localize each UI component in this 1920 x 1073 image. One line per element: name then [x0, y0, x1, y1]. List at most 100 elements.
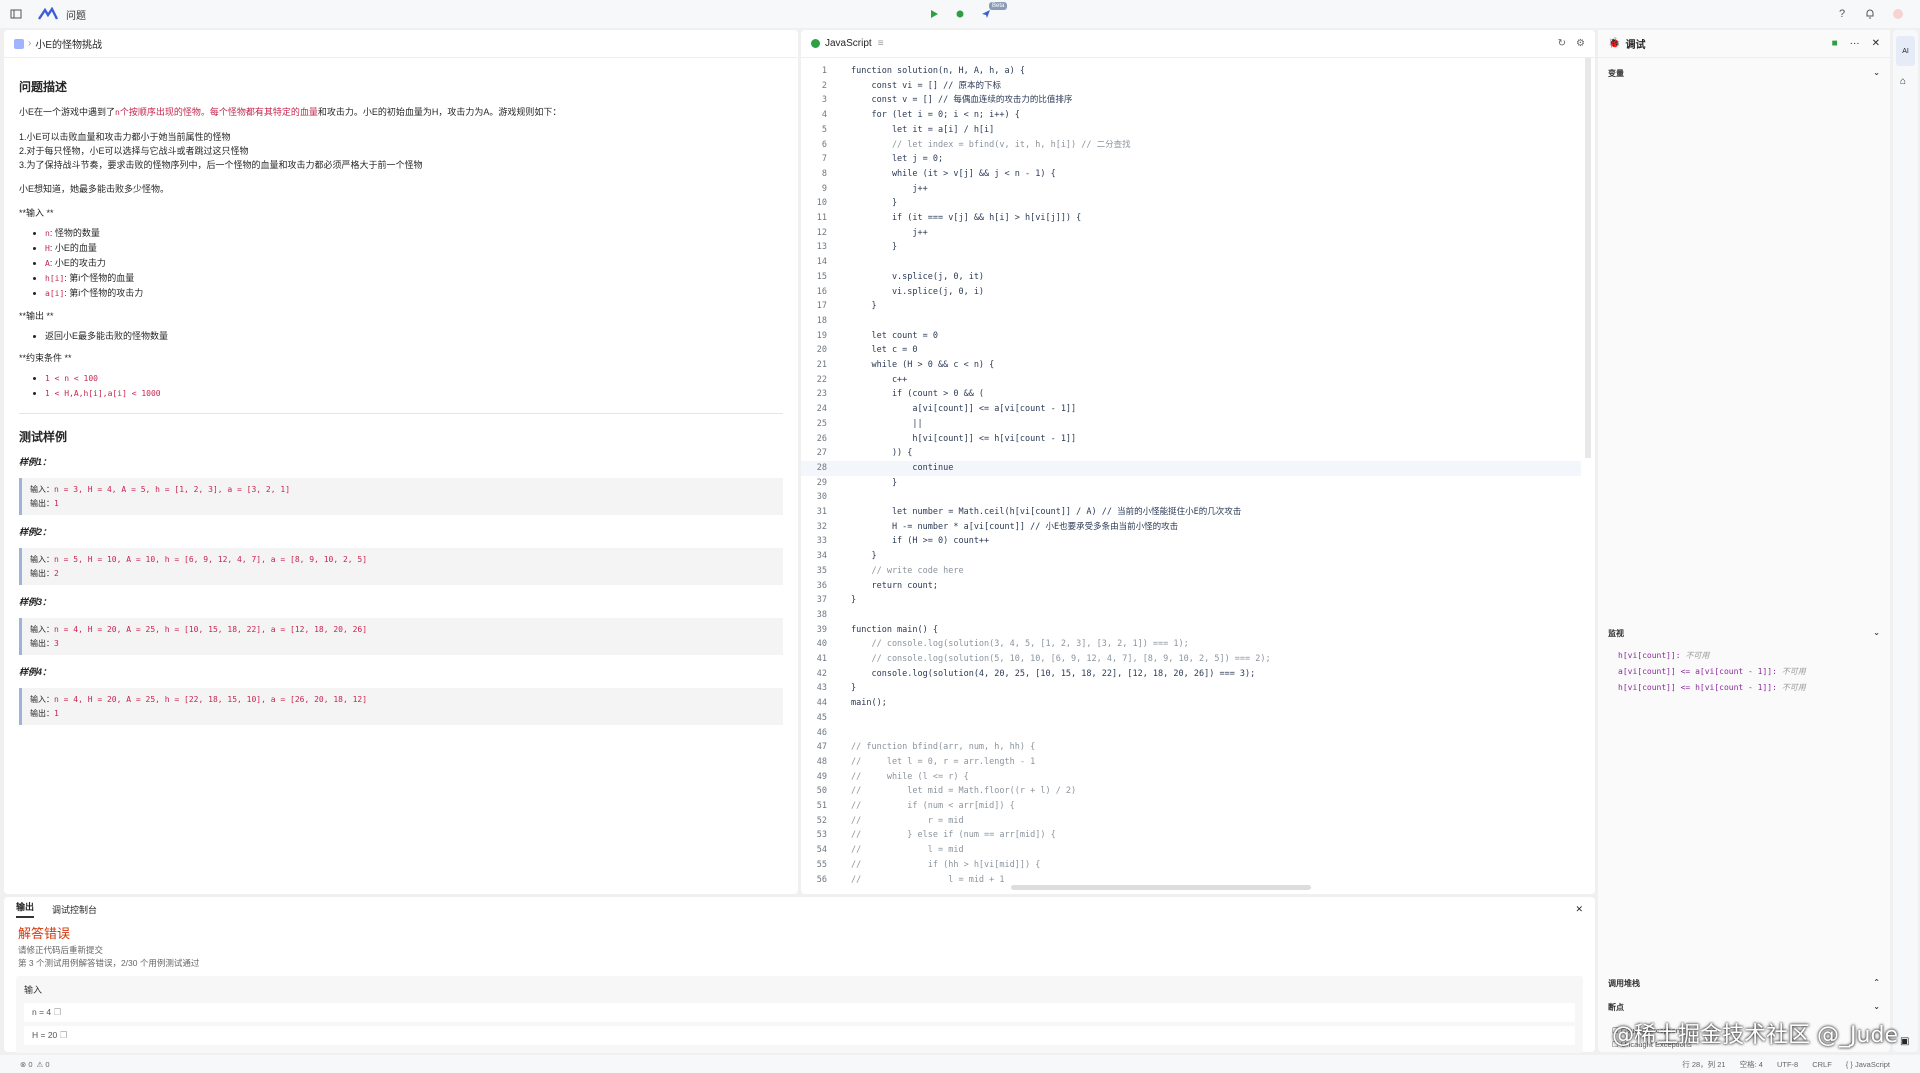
run-button[interactable] — [924, 4, 944, 24]
code-line[interactable]: 7 let j = 0; — [801, 152, 1581, 167]
code-line[interactable]: 2 const vi = [] // 原本的下标 — [801, 79, 1581, 94]
code-line[interactable]: 51 // if (num < arr[mid]) { — [801, 799, 1581, 814]
code-line[interactable]: 54 // l = mid — [801, 843, 1581, 858]
code-line[interactable]: 45 — [801, 711, 1581, 726]
callstack-section[interactable]: 调用堆栈 ⌃ — [1598, 978, 1890, 989]
code-line[interactable]: 24 a[vi[count]] <= a[vi[count - 1]] — [801, 402, 1581, 417]
ai-button[interactable]: AI — [1896, 36, 1915, 66]
code-line[interactable]: 40 // console.log(solution(3, 4, 5, [1, … — [801, 637, 1581, 652]
code-line[interactable]: 38 — [801, 608, 1581, 623]
bank-icon[interactable]: ⌂ — [1900, 76, 1906, 87]
code-line[interactable]: 53 // } else if (num == arr[mid]) { — [801, 828, 1581, 843]
line-number: 52 — [816, 815, 827, 826]
code-line[interactable]: 22 c++ — [801, 373, 1581, 388]
code-editor[interactable]: 1 function solution(n, H, A, h, a) {2 con… — [801, 58, 1595, 892]
language-dropdown-icon[interactable]: ≡ — [878, 38, 884, 49]
error-icon[interactable]: ⊗ 0 — [20, 1060, 33, 1069]
code-line[interactable]: 35 // write code here — [801, 564, 1581, 579]
code-line[interactable]: 9 j++ — [801, 182, 1581, 197]
code-line[interactable]: 39 function main() { — [801, 623, 1581, 638]
warning-icon[interactable]: ⚠ 0 — [37, 1060, 50, 1069]
code-line[interactable]: 10 } — [801, 196, 1581, 211]
sidebar-toggle-icon[interactable] — [6, 4, 26, 24]
code-line[interactable]: 1 function solution(n, H, A, h, a) { — [801, 64, 1581, 79]
code-line[interactable]: 16 vi.splice(j, 0, i) — [801, 285, 1581, 300]
more-icon[interactable]: ··· — [1850, 38, 1860, 49]
code-text: while (it > v[j] && j < n - 1) { — [851, 168, 1056, 179]
eol[interactable]: CRLF — [1812, 1060, 1832, 1069]
code-line[interactable]: 4 for (let i = 0; i < n; i++) { — [801, 108, 1581, 123]
code-line[interactable]: 6 // let index = bfind(v, it, h, h[i]) /… — [801, 138, 1581, 153]
close-icon[interactable]: ✕ — [1575, 904, 1583, 915]
tab-output[interactable]: 输出 — [16, 900, 35, 918]
code-line[interactable]: 23 if (count > 0 && ( — [801, 387, 1581, 402]
code-line[interactable]: 13 } — [801, 240, 1581, 255]
code-line[interactable]: 32 H -= number * a[vi[count]] // 小E也要承受多… — [801, 520, 1581, 535]
code-line[interactable]: 26 h[vi[count]] <= h[vi[count - 1]] — [801, 432, 1581, 447]
language-mode[interactable]: { } JavaScript — [1846, 1060, 1890, 1069]
close-icon[interactable]: ✕ — [1872, 38, 1880, 49]
reset-icon[interactable]: ↻ — [1558, 38, 1566, 49]
watch-section[interactable]: 监视 ⌄ — [1598, 628, 1890, 639]
code-line[interactable]: 15 v.splice(j, 0, it) — [801, 270, 1581, 285]
code-line[interactable]: 11 if (it === v[j] && h[i] > h[vi[j]]) { — [801, 211, 1581, 226]
sample-title: 样例3： — [19, 597, 52, 607]
tab-debug-console[interactable]: 调试控制台 — [52, 903, 97, 916]
code-line[interactable]: 19 let count = 0 — [801, 329, 1581, 344]
watch-item[interactable]: h[vi[count]] <= h[vi[count - 1]]: 不可用 — [1618, 682, 1806, 693]
code-line[interactable]: 5 let it = a[i] / h[i] — [801, 123, 1581, 138]
bell-icon[interactable] — [1860, 4, 1880, 24]
variables-section[interactable]: 变量 ⌄ — [1598, 68, 1890, 79]
code-line[interactable]: 42 console.log(solution(4, 20, 25, [10, … — [801, 667, 1581, 682]
code-line[interactable]: 52 // r = mid — [801, 814, 1581, 829]
vertical-scrollbar[interactable] — [1585, 58, 1591, 458]
code-line[interactable]: 55 // if (hh > h[vi[mid]]) { — [801, 858, 1581, 873]
code-line[interactable]: 27 )) { — [801, 446, 1581, 461]
code-line[interactable]: 46 — [801, 726, 1581, 741]
code-line[interactable]: 47 // function bfind(arr, num, h, hh) { — [801, 740, 1581, 755]
code-line[interactable]: 14 — [801, 255, 1581, 270]
code-line[interactable]: 34 } — [801, 549, 1581, 564]
problem-tab[interactable]: › 小E的怪物挑战 — [4, 30, 798, 58]
horizontal-scrollbar[interactable] — [1011, 885, 1311, 890]
code-line[interactable]: 37} — [801, 593, 1581, 608]
code-line[interactable]: 3 const v = [] // 每偶血连续的攻击力的比值排序 — [801, 93, 1581, 108]
code-line[interactable]: 20 let c = 0 — [801, 343, 1581, 358]
code-line[interactable]: 50 // let mid = Math.floor((r + l) / 2) — [801, 784, 1581, 799]
code-text: return count; — [851, 580, 938, 591]
code-line[interactable]: 30 — [801, 490, 1581, 505]
code-line[interactable]: 43} — [801, 681, 1581, 696]
code-line[interactable]: 48 // let l = 0, r = arr.length - 1 — [801, 755, 1581, 770]
code-line[interactable]: 21 while (H > 0 && c < n) { — [801, 358, 1581, 373]
code-line[interactable]: 8 while (it > v[j] && j < n - 1) { — [801, 167, 1581, 182]
panel-icon[interactable]: ▣ — [1900, 1036, 1909, 1047]
copy-icon[interactable]: ❐ — [54, 1007, 62, 1017]
watch-item[interactable]: a[vi[count]] <= a[vi[count - 1]]: 不可用 — [1618, 666, 1806, 677]
code-line[interactable]: 36 return count; — [801, 579, 1581, 594]
code-line[interactable]: 17 } — [801, 299, 1581, 314]
code-line[interactable]: 44 main(); — [801, 696, 1581, 711]
indent-setting[interactable]: 空格: 4 — [1740, 1059, 1763, 1070]
cursor-position[interactable]: 行 28，列 21 — [1682, 1059, 1725, 1070]
encoding[interactable]: UTF-8 — [1777, 1060, 1798, 1069]
debug-start-icon[interactable]: ■ — [1832, 38, 1838, 49]
breadcrumb[interactable]: 问题 — [66, 7, 86, 22]
code-line[interactable]: 31 let number = Math.ceil(h[vi[count]] /… — [801, 505, 1581, 520]
code-line[interactable]: 18 — [801, 314, 1581, 329]
code-line[interactable]: 12 j++ — [801, 226, 1581, 241]
code-line[interactable]: 41 // console.log(solution(5, 10, 10, [6… — [801, 652, 1581, 667]
help-icon[interactable]: ? — [1832, 4, 1852, 24]
code-line[interactable]: 25 || — [801, 417, 1581, 432]
code-line[interactable]: 49 // while (l <= r) { — [801, 770, 1581, 785]
watch-item[interactable]: h[vi[count]]: 不可用 — [1618, 650, 1709, 661]
avatar[interactable] — [1888, 4, 1908, 24]
code-line[interactable]: 28 continue — [801, 460, 1581, 476]
breakpoints-section[interactable]: 断点 ⌄ — [1598, 1002, 1890, 1013]
code-line[interactable]: 33 if (H >= 0) count++ — [801, 534, 1581, 549]
language-select[interactable]: JavaScript — [825, 38, 872, 49]
copy-icon[interactable]: ❐ — [60, 1030, 68, 1040]
code-line[interactable]: 29 } — [801, 476, 1581, 491]
debug-button[interactable] — [950, 4, 970, 24]
logo-icon[interactable] — [36, 4, 60, 24]
settings-icon[interactable]: ⚙ — [1576, 38, 1585, 49]
